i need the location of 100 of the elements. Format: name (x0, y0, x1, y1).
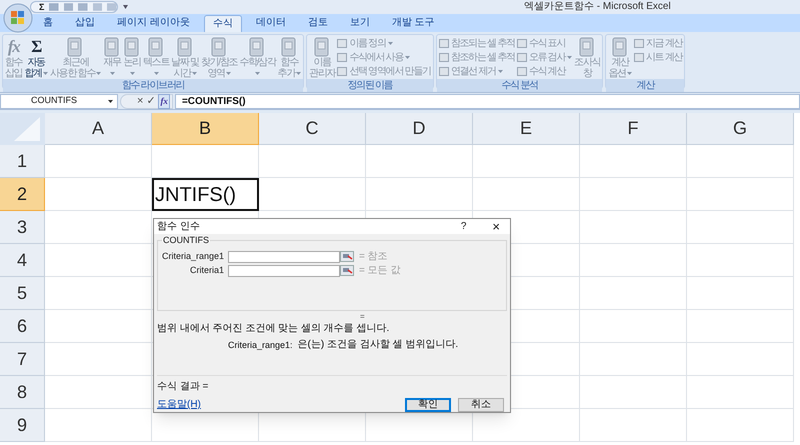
column-header[interactable]: E (473, 113, 580, 145)
ribbon-tab[interactable]: 검토 (300, 15, 336, 32)
help-link[interactable]: 도움말(H) (157, 397, 405, 412)
small-icon (337, 67, 348, 76)
cancel-button[interactable]: 취소 (458, 398, 504, 412)
ribbon-tab[interactable]: 데이터 (248, 15, 294, 32)
row-header[interactable]: 2 (0, 178, 45, 211)
argument-result: = 모든 값 (359, 264, 400, 278)
book-icon (248, 37, 266, 57)
ribbon-button[interactable]: Σ 자동 합계 (23, 37, 49, 79)
column-header[interactable]: B (152, 113, 259, 145)
grid-cell[interactable] (259, 145, 366, 178)
row-header[interactable]: 5 (0, 277, 45, 310)
dropdown-icon (130, 72, 135, 75)
enter-button[interactable]: ✓ (146, 96, 156, 106)
argument-help: 은(는) 조건을 검사할 셀 범위입니다. (298, 339, 458, 351)
grid-cell[interactable] (45, 409, 152, 442)
grid-cell[interactable] (687, 244, 794, 277)
row-header[interactable]: 7 (0, 343, 45, 376)
argument-result: = 참조 (359, 250, 388, 264)
ok-button[interactable]: 확인 (405, 398, 451, 412)
row-header[interactable]: 4 (0, 244, 45, 277)
grid-cell[interactable] (580, 145, 687, 178)
select-all-corner[interactable] (0, 113, 45, 145)
grid-cell[interactable] (580, 409, 687, 442)
close-button[interactable]: × (492, 220, 500, 234)
row-header[interactable]: 9 (0, 409, 45, 442)
cancel-button[interactable]: × (137, 96, 144, 106)
grid-cell[interactable] (45, 310, 152, 343)
row-header[interactable]: 8 (0, 376, 45, 409)
book-icon (280, 37, 298, 57)
grid-cell[interactable] (366, 178, 473, 211)
range-select-icon[interactable] (340, 265, 354, 276)
name-box[interactable]: COUNTIFS (0, 94, 118, 108)
dropdown-icon (192, 72, 197, 75)
small-icon (337, 39, 348, 48)
insert-function-button[interactable]: fx (158, 94, 170, 108)
dropdown-icon (567, 56, 572, 59)
dropdown-icon (254, 72, 260, 75)
grid-cell[interactable] (45, 343, 152, 376)
grid-cell[interactable] (687, 145, 794, 178)
argument-label: Criteria1 (188, 264, 225, 277)
autosum-button[interactable]: Σ (39, 2, 44, 12)
ribbon-tab[interactable]: 홈 (35, 15, 61, 32)
grid-cell[interactable] (687, 343, 794, 376)
formula-input[interactable]: =COUNTIFS() (174, 94, 800, 108)
grid-cell[interactable] (687, 178, 794, 211)
grid-cell[interactable] (580, 376, 687, 409)
grid-cell[interactable] (687, 376, 794, 409)
argument-field[interactable] (228, 250, 340, 263)
column-header[interactable]: G (687, 113, 794, 145)
grid-cell[interactable] (687, 211, 794, 244)
argument-label: Criteria_range1 (160, 250, 225, 263)
grid-cell[interactable] (473, 178, 580, 211)
grid-cell[interactable] (45, 145, 152, 178)
column-header[interactable]: D (366, 113, 473, 145)
ribbon-tab[interactable]: 수식 (204, 15, 242, 32)
row-header[interactable]: 3 (0, 211, 45, 244)
grid-cell[interactable] (580, 310, 687, 343)
grid-cell[interactable] (45, 211, 152, 244)
grid-cell[interactable] (366, 145, 473, 178)
function-icon: Σ (31, 37, 42, 57)
formula-result: 수식 결과 = (157, 381, 208, 393)
argument-name: Criteria_range1: (228, 339, 293, 351)
column-header[interactable]: F (580, 113, 687, 145)
grid-cell[interactable] (45, 277, 152, 310)
ribbon-tab[interactable]: 개발 도구 (384, 15, 443, 32)
row-header[interactable]: 1 (0, 145, 45, 178)
small-icon (516, 53, 527, 62)
grid-cell[interactable] (687, 277, 794, 310)
grid-cell[interactable] (687, 409, 794, 442)
range-select-icon[interactable] (340, 251, 354, 262)
active-cell[interactable]: JNTIFS() (152, 178, 259, 211)
ribbon-tab[interactable]: 삽입 (67, 15, 103, 32)
grid-cell[interactable] (45, 178, 152, 211)
grid-cell[interactable] (580, 277, 687, 310)
ribbon-tab[interactable]: 페이지 레이아웃 (109, 15, 198, 32)
small-icon (438, 67, 449, 76)
group-label: 정의된 이름 (307, 79, 433, 92)
column-header[interactable]: C (259, 113, 366, 145)
group-label: 수식 분석 (436, 79, 602, 92)
grid-cell[interactable] (580, 178, 687, 211)
dropdown-icon (296, 72, 302, 75)
dropdown-icon (110, 72, 115, 75)
grid-cell[interactable] (580, 343, 687, 376)
grid-cell[interactable] (152, 145, 259, 178)
grid-cell[interactable] (473, 145, 580, 178)
grid-cell[interactable] (45, 376, 152, 409)
row-header[interactable]: 6 (0, 310, 45, 343)
column-header[interactable]: A (45, 113, 152, 145)
grid-cell[interactable] (259, 178, 366, 211)
help-button[interactable]: ? (460, 219, 466, 234)
ribbon-tab[interactable]: 보기 (342, 15, 378, 32)
grid-cell[interactable] (580, 244, 687, 277)
grid-cell[interactable] (687, 310, 794, 343)
argument-field[interactable] (228, 264, 340, 277)
book-icon (103, 37, 122, 57)
dropdown-icon (96, 72, 102, 75)
grid-cell[interactable] (580, 211, 687, 244)
grid-cell[interactable] (45, 244, 152, 277)
